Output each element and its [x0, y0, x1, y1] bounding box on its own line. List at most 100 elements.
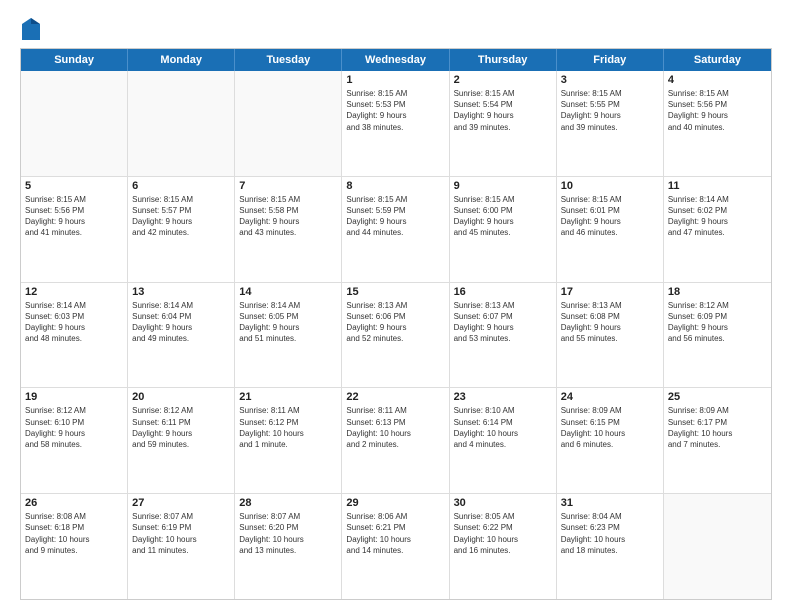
day-number: 23: [454, 391, 552, 403]
cell-info: Sunrise: 8:15 AM Sunset: 6:01 PM Dayligh…: [561, 194, 659, 239]
cell-info: Sunrise: 8:14 AM Sunset: 6:02 PM Dayligh…: [668, 194, 767, 239]
cell-info: Sunrise: 8:15 AM Sunset: 5:53 PM Dayligh…: [346, 88, 444, 133]
day-number: 16: [454, 286, 552, 298]
day-number: 13: [132, 286, 230, 298]
calendar-cell: 6 Sunrise: 8:15 AM Sunset: 5:57 PM Daylig…: [128, 177, 235, 282]
calendar-cell: 4Sunrise: 8:15 AM Sunset: 5:56 PM Daylig…: [664, 71, 771, 176]
day-number: 25: [668, 391, 767, 403]
cell-info: Sunrise: 8:13 AM Sunset: 6:07 PM Dayligh…: [454, 300, 552, 345]
day-number: 14: [239, 286, 337, 298]
calendar-cell: 14 Sunrise: 8:14 AM Sunset: 6:05 PM Dayli…: [235, 283, 342, 388]
cell-info: Sunrise: 8:13 AM Sunset: 6:06 PM Dayligh…: [346, 300, 444, 345]
day-number: 27: [132, 497, 230, 509]
day-number: 11: [668, 180, 767, 192]
day-number: 15: [346, 286, 444, 298]
calendar-cell: 23 Sunrise: 8:10 AM Sunset: 6:14 PM Dayli…: [450, 388, 557, 493]
calendar-cell: [128, 71, 235, 176]
cell-info: Sunrise: 8:08 AM Sunset: 6:18 PM Dayligh…: [25, 511, 123, 556]
weekday-header: Sunday: [21, 49, 128, 71]
day-number: 20: [132, 391, 230, 403]
calendar-cell: 13 Sunrise: 8:14 AM Sunset: 6:04 PM Dayli…: [128, 283, 235, 388]
day-number: 3: [561, 74, 659, 86]
day-number: 5: [25, 180, 123, 192]
calendar-cell: 8 Sunrise: 8:15 AM Sunset: 5:59 PM Daylig…: [342, 177, 449, 282]
calendar-cell: 30Sunrise: 8:05 AM Sunset: 6:22 PM Dayli…: [450, 494, 557, 599]
page: SundayMondayTuesdayWednesdayThursdayFrid…: [0, 0, 792, 612]
logo: [20, 18, 40, 40]
calendar-cell: 20 Sunrise: 8:12 AM Sunset: 6:11 PM Dayli…: [128, 388, 235, 493]
cell-info: Sunrise: 8:09 AM Sunset: 6:15 PM Dayligh…: [561, 405, 659, 450]
logo-icon: [22, 18, 40, 40]
cell-info: Sunrise: 8:11 AM Sunset: 6:13 PM Dayligh…: [346, 405, 444, 450]
day-number: 31: [561, 497, 659, 509]
calendar-cell: 19 Sunrise: 8:12 AM Sunset: 6:10 PM Dayli…: [21, 388, 128, 493]
cell-info: Sunrise: 8:15 AM Sunset: 5:56 PM Dayligh…: [25, 194, 123, 239]
weekday-header: Wednesday: [342, 49, 449, 71]
weekday-header: Saturday: [664, 49, 771, 71]
calendar-row: 26 Sunrise: 8:08 AM Sunset: 6:18 PM Dayli…: [21, 493, 771, 599]
calendar-row: 12Sunrise: 8:14 AM Sunset: 6:03 PM Dayli…: [21, 282, 771, 388]
day-number: 8: [346, 180, 444, 192]
calendar-cell: 31 Sunrise: 8:04 AM Sunset: 6:23 PM Dayli…: [557, 494, 664, 599]
cell-info: Sunrise: 8:14 AM Sunset: 6:05 PM Dayligh…: [239, 300, 337, 345]
calendar-cell: 28 Sunrise: 8:07 AM Sunset: 6:20 PM Dayli…: [235, 494, 342, 599]
cell-info: Sunrise: 8:14 AM Sunset: 6:04 PM Dayligh…: [132, 300, 230, 345]
calendar-cell: 18 Sunrise: 8:12 AM Sunset: 6:09 PM Dayli…: [664, 283, 771, 388]
day-number: 29: [346, 497, 444, 509]
cell-info: Sunrise: 8:11 AM Sunset: 6:12 PM Dayligh…: [239, 405, 337, 450]
cell-info: Sunrise: 8:15 AM Sunset: 5:57 PM Dayligh…: [132, 194, 230, 239]
calendar-cell: 16 Sunrise: 8:13 AM Sunset: 6:07 PM Dayli…: [450, 283, 557, 388]
cell-info: Sunrise: 8:15 AM Sunset: 5:58 PM Dayligh…: [239, 194, 337, 239]
calendar-cell: 24Sunrise: 8:09 AM Sunset: 6:15 PM Dayli…: [557, 388, 664, 493]
calendar-cell: 26 Sunrise: 8:08 AM Sunset: 6:18 PM Dayli…: [21, 494, 128, 599]
calendar-row: 1 Sunrise: 8:15 AM Sunset: 5:53 PM Daylig…: [21, 71, 771, 176]
calendar-cell: [21, 71, 128, 176]
day-number: 26: [25, 497, 123, 509]
calendar-cell: [235, 71, 342, 176]
day-number: 21: [239, 391, 337, 403]
day-number: 7: [239, 180, 337, 192]
day-number: 2: [454, 74, 552, 86]
cell-info: Sunrise: 8:04 AM Sunset: 6:23 PM Dayligh…: [561, 511, 659, 556]
cell-info: Sunrise: 8:15 AM Sunset: 5:54 PM Dayligh…: [454, 88, 552, 133]
calendar-cell: 22 Sunrise: 8:11 AM Sunset: 6:13 PM Dayli…: [342, 388, 449, 493]
calendar-cell: 7 Sunrise: 8:15 AM Sunset: 5:58 PM Daylig…: [235, 177, 342, 282]
calendar-cell: 11 Sunrise: 8:14 AM Sunset: 6:02 PM Dayli…: [664, 177, 771, 282]
weekday-header: Tuesday: [235, 49, 342, 71]
calendar: SundayMondayTuesdayWednesdayThursdayFrid…: [20, 48, 772, 600]
cell-info: Sunrise: 8:15 AM Sunset: 5:55 PM Dayligh…: [561, 88, 659, 133]
cell-info: Sunrise: 8:07 AM Sunset: 6:20 PM Dayligh…: [239, 511, 337, 556]
weekday-header: Monday: [128, 49, 235, 71]
calendar-header: SundayMondayTuesdayWednesdayThursdayFrid…: [21, 49, 771, 71]
calendar-body: 1 Sunrise: 8:15 AM Sunset: 5:53 PM Daylig…: [21, 71, 771, 599]
day-number: 17: [561, 286, 659, 298]
calendar-cell: 5 Sunrise: 8:15 AM Sunset: 5:56 PM Daylig…: [21, 177, 128, 282]
cell-info: Sunrise: 8:15 AM Sunset: 5:59 PM Dayligh…: [346, 194, 444, 239]
calendar-cell: [664, 494, 771, 599]
cell-info: Sunrise: 8:15 AM Sunset: 6:00 PM Dayligh…: [454, 194, 552, 239]
day-number: 6: [132, 180, 230, 192]
day-number: 22: [346, 391, 444, 403]
cell-info: Sunrise: 8:06 AM Sunset: 6:21 PM Dayligh…: [346, 511, 444, 556]
day-number: 28: [239, 497, 337, 509]
calendar-row: 5 Sunrise: 8:15 AM Sunset: 5:56 PM Daylig…: [21, 176, 771, 282]
calendar-cell: 1 Sunrise: 8:15 AM Sunset: 5:53 PM Daylig…: [342, 71, 449, 176]
cell-info: Sunrise: 8:05 AM Sunset: 6:22 PM Dayligh…: [454, 511, 552, 556]
calendar-cell: 2 Sunrise: 8:15 AM Sunset: 5:54 PM Daylig…: [450, 71, 557, 176]
cell-info: Sunrise: 8:12 AM Sunset: 6:11 PM Dayligh…: [132, 405, 230, 450]
calendar-cell: 9Sunrise: 8:15 AM Sunset: 6:00 PM Daylig…: [450, 177, 557, 282]
cell-info: Sunrise: 8:10 AM Sunset: 6:14 PM Dayligh…: [454, 405, 552, 450]
header: [20, 18, 772, 40]
calendar-cell: 3 Sunrise: 8:15 AM Sunset: 5:55 PM Daylig…: [557, 71, 664, 176]
day-number: 18: [668, 286, 767, 298]
day-number: 19: [25, 391, 123, 403]
calendar-cell: 12Sunrise: 8:14 AM Sunset: 6:03 PM Dayli…: [21, 283, 128, 388]
cell-info: Sunrise: 8:12 AM Sunset: 6:09 PM Dayligh…: [668, 300, 767, 345]
cell-info: Sunrise: 8:12 AM Sunset: 6:10 PM Dayligh…: [25, 405, 123, 450]
calendar-cell: 21 Sunrise: 8:11 AM Sunset: 6:12 PM Dayli…: [235, 388, 342, 493]
calendar-row: 19 Sunrise: 8:12 AM Sunset: 6:10 PM Dayli…: [21, 387, 771, 493]
cell-info: Sunrise: 8:07 AM Sunset: 6:19 PM Dayligh…: [132, 511, 230, 556]
cell-info: Sunrise: 8:13 AM Sunset: 6:08 PM Dayligh…: [561, 300, 659, 345]
cell-info: Sunrise: 8:14 AM Sunset: 6:03 PM Dayligh…: [25, 300, 123, 345]
day-number: 1: [346, 74, 444, 86]
